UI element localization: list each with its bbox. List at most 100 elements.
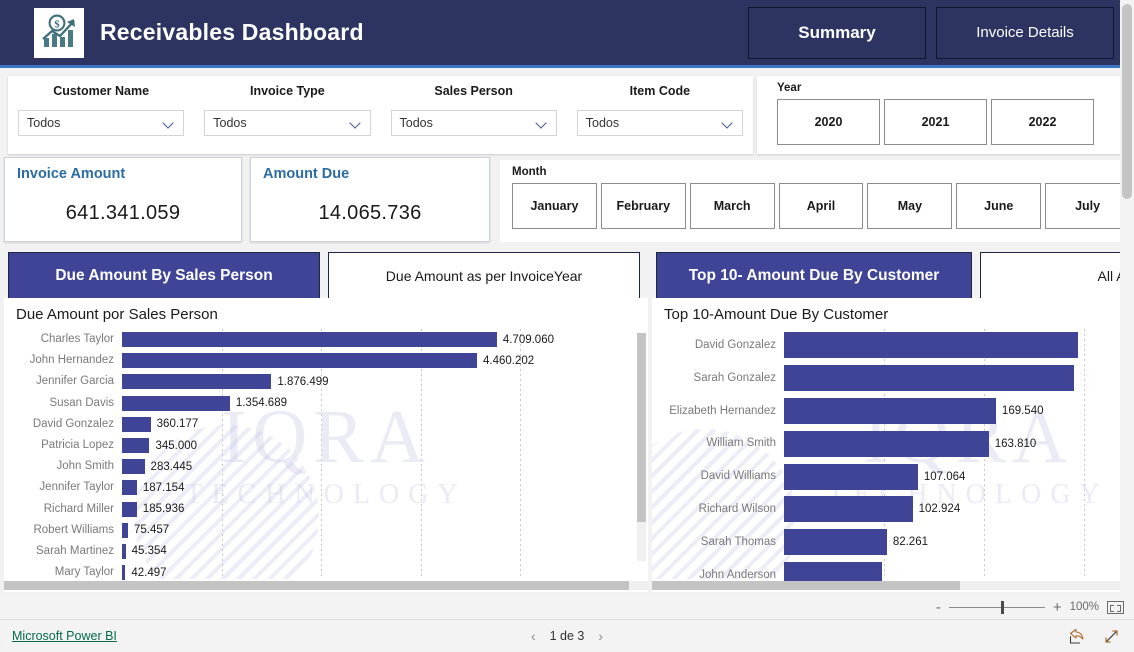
- bar-row[interactable]: William Smith 163.810: [652, 427, 1134, 460]
- bar[interactable]: [122, 459, 145, 475]
- left-chart-vertical-scrollbar[interactable]: [637, 333, 646, 561]
- bar-category-label: David Williams: [700, 470, 776, 483]
- bar-category-label: Sarah Gonzalez: [693, 371, 776, 384]
- fit-to-page-icon[interactable]: [1107, 600, 1124, 614]
- bar[interactable]: [784, 430, 989, 457]
- bar[interactable]: [784, 496, 913, 523]
- invoice-type-dropdown[interactable]: Todos: [204, 110, 371, 136]
- bar-value-label: 107.064: [923, 470, 966, 483]
- bar[interactable]: [122, 480, 137, 496]
- bar-category-label: Jennifer Taylor: [39, 481, 114, 494]
- bar[interactable]: [122, 416, 151, 432]
- bar-row[interactable]: John Smith 283.445: [4, 456, 632, 477]
- bar[interactable]: [784, 529, 887, 556]
- tab-top-10-amount-due-by-customer[interactable]: Top 10- Amount Due By Customer: [656, 252, 972, 299]
- scrollbar-thumb[interactable]: [637, 333, 646, 523]
- bar-chart-customer[interactable]: IQRA TECHNOLOGY David GonzalezSarah Gonz…: [652, 329, 1134, 588]
- report-vertical-scrollbar[interactable]: [1120, 0, 1134, 597]
- bar-category-label: John Smith: [56, 460, 114, 473]
- bar-row[interactable]: Charles Taylor 4.709.060: [4, 329, 632, 350]
- tab-all-amount-due[interactable]: All Amount D: [980, 252, 1134, 299]
- visual-top-10-amount-due-by-customer: Top 10-Amount Due By Customer IQRA TECHN…: [652, 298, 1134, 592]
- customer-name-dropdown[interactable]: Todos: [18, 110, 185, 136]
- chevron-down-icon: [537, 118, 548, 129]
- left-chart-horizontal-scrollbar[interactable]: [4, 581, 648, 590]
- bar[interactable]: [122, 332, 497, 348]
- year-slicer: Year 2020 2021 2022: [757, 76, 1122, 154]
- chevron-down-icon: [351, 118, 362, 129]
- zoom-slider[interactable]: [948, 600, 1045, 614]
- bar[interactable]: [784, 332, 1078, 359]
- bar[interactable]: [122, 374, 272, 390]
- scrollbar-thumb[interactable]: [1122, 4, 1132, 199]
- month-chip-april[interactable]: April: [778, 183, 864, 229]
- dropdown-value: Todos: [213, 116, 247, 130]
- year-chip-2020[interactable]: 2020: [777, 99, 880, 145]
- bar-row[interactable]: Patricia Lopez 345.000: [4, 435, 632, 456]
- sales-person-dropdown[interactable]: Todos: [390, 110, 557, 136]
- tab-summary[interactable]: Summary: [748, 6, 926, 59]
- bar-row[interactable]: Sarah Thomas 82.261: [652, 526, 1134, 559]
- bar-value-label: 185.936: [142, 503, 185, 516]
- page-title: Receivables Dashboard: [100, 19, 364, 45]
- month-chip-march[interactable]: March: [689, 183, 775, 229]
- svg-text:$: $: [54, 19, 59, 30]
- bar[interactable]: [122, 395, 230, 411]
- bar-value-label: 4.460.202: [483, 354, 535, 367]
- chevron-right-icon[interactable]: ›: [598, 628, 603, 644]
- month-chip-may[interactable]: May: [867, 183, 953, 229]
- chevron-down-icon: [723, 118, 734, 129]
- left-visual-tab-group: Due Amount By Sales Person Due Amount as…: [8, 252, 640, 299]
- zoom-in-button[interactable]: +: [1053, 600, 1062, 615]
- zoom-percent-label: 100%: [1069, 601, 1099, 613]
- month-chip-february[interactable]: February: [600, 183, 686, 229]
- month-chip-january[interactable]: January: [512, 183, 597, 229]
- bar[interactable]: [784, 463, 918, 490]
- bar[interactable]: [122, 353, 478, 369]
- kpi-value: 14.065.736: [318, 202, 422, 224]
- bar-category-label: David Gonzalez: [694, 339, 776, 351]
- bar-row[interactable]: David Gonzalez: [652, 329, 1134, 362]
- item-code-dropdown[interactable]: Todos: [576, 110, 743, 136]
- bar-row[interactable]: David Gonzalez 360.177: [4, 414, 632, 435]
- tab-due-amount-by-sales-person[interactable]: Due Amount By Sales Person: [8, 252, 320, 299]
- bar-category-label: Sarah Thomas: [700, 535, 776, 548]
- bar-row[interactable]: Elizabeth Hernandez 169.540: [652, 395, 1134, 428]
- bar[interactable]: [784, 365, 1074, 392]
- zoom-out-button[interactable]: -: [936, 600, 941, 615]
- zoom-slider-thumb[interactable]: [1000, 600, 1004, 614]
- bar-row[interactable]: Robert Williams 75.457: [4, 520, 632, 541]
- bar-category-label: Robert Williams: [33, 523, 114, 536]
- share-icon[interactable]: [1068, 628, 1085, 645]
- bar-value-label: 102.924: [918, 503, 961, 516]
- year-chip-2021[interactable]: 2021: [884, 99, 987, 145]
- bar-row[interactable]: Richard Miller 185.936: [4, 499, 632, 520]
- report-footer: Microsoft Power BI ‹ 1 de 3 ›: [0, 620, 1134, 652]
- bar-value-label: 82.261: [892, 536, 928, 549]
- bar-row[interactable]: David Williams 107.064: [652, 460, 1134, 493]
- bar-row[interactable]: Susan Davis 1.354.689: [4, 393, 632, 414]
- bar-row[interactable]: Sarah Martinez 45.354: [4, 541, 632, 562]
- bar-row[interactable]: Sarah Gonzalez: [652, 362, 1134, 395]
- right-chart-horizontal-scrollbar[interactable]: [652, 581, 1134, 590]
- bar-category-label: Charles Taylor: [40, 333, 114, 345]
- microsoft-power-bi-link[interactable]: Microsoft Power BI: [12, 629, 117, 643]
- bar[interactable]: [122, 438, 150, 454]
- bar-row[interactable]: Jennifer Garcia 1.876.499: [4, 371, 632, 392]
- scrollbar-thumb[interactable]: [4, 581, 629, 590]
- chevron-left-icon[interactable]: ‹: [531, 628, 536, 644]
- bar-row[interactable]: Jennifer Taylor 187.154: [4, 477, 632, 498]
- month-chip-july[interactable]: July: [1045, 183, 1131, 229]
- scrollbar-thumb[interactable]: [652, 581, 961, 590]
- month-chip-june[interactable]: June: [956, 183, 1042, 229]
- bar-row[interactable]: John Hernandez 4.460.202: [4, 350, 632, 371]
- bar[interactable]: [784, 397, 996, 424]
- bar-row[interactable]: Richard Wilson 102.924: [652, 493, 1134, 526]
- bar[interactable]: [122, 501, 137, 517]
- fullscreen-icon[interactable]: [1103, 628, 1120, 645]
- bar-category-label: Patricia Lopez: [41, 438, 114, 451]
- bar-chart-sales-person[interactable]: IQRA TECHNOLOGY Charles Taylor 4.709.060 J…: [4, 329, 648, 581]
- year-chip-2022[interactable]: 2022: [991, 99, 1094, 145]
- tab-invoice-details[interactable]: Invoice Details: [936, 6, 1114, 59]
- tab-due-amount-as-per-invoice-year[interactable]: Due Amount as per InvoiceYear: [328, 252, 640, 299]
